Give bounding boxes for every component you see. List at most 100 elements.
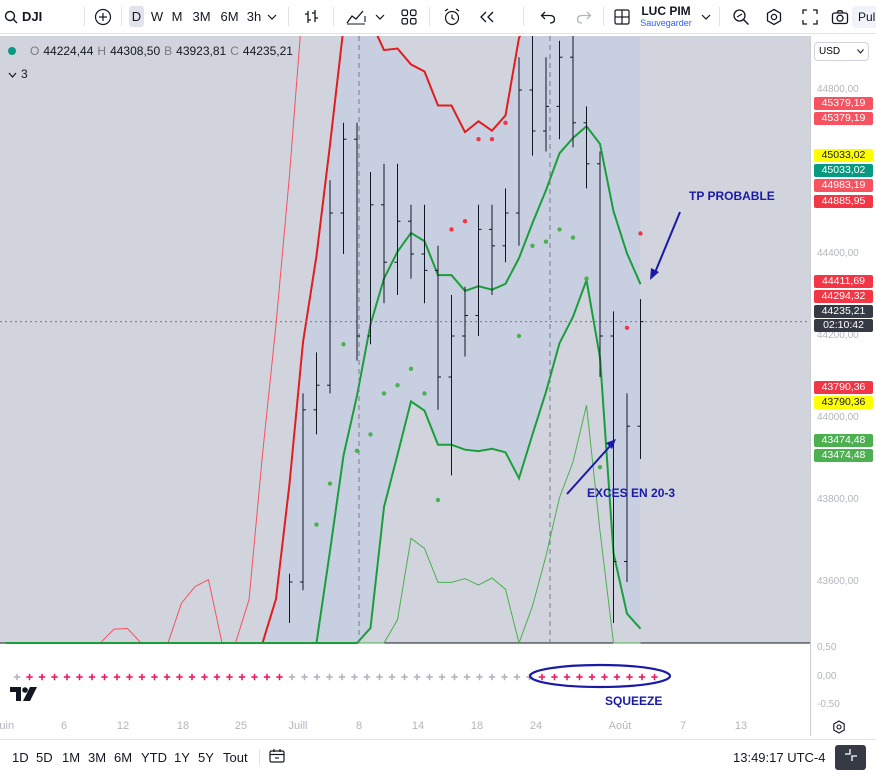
legend-open-key: O xyxy=(30,44,40,58)
range-1m[interactable]: 1M xyxy=(62,740,80,774)
range-3m[interactable]: 3M xyxy=(88,740,106,774)
currency-value: USD xyxy=(819,46,841,57)
price-tag: 44885,95 xyxy=(814,195,873,208)
sar-dot xyxy=(435,497,441,503)
interval-3h[interactable]: 3h xyxy=(244,0,264,33)
chart-fit-button[interactable] xyxy=(835,745,866,770)
sar-dot xyxy=(638,231,643,236)
range-ytd[interactable]: YTD xyxy=(141,740,167,774)
sar-dot xyxy=(597,465,603,470)
date-tick-label: 24 xyxy=(529,720,543,732)
time-axis-settings-icon[interactable] xyxy=(832,720,846,734)
date-tick-label: 7 xyxy=(679,720,687,732)
quick-search-button[interactable] xyxy=(729,0,753,33)
sar-dot xyxy=(516,333,522,339)
price-tag: 44411,69 xyxy=(814,275,873,288)
resize-corner-icon xyxy=(844,748,858,767)
chevron-down-icon xyxy=(375,14,385,20)
price-chart[interactable] xyxy=(0,36,810,736)
price-tag: 44235,21 xyxy=(814,305,873,318)
sar-dot xyxy=(314,522,319,527)
interval-w[interactable]: W xyxy=(149,0,165,33)
alarm-clock-icon xyxy=(442,7,462,27)
symbol-status-dot xyxy=(8,47,16,55)
indicator-tick-label: 0,00 xyxy=(817,671,837,682)
tradingview-logo[interactable] xyxy=(10,687,38,706)
compare-symbol-button[interactable] xyxy=(90,0,116,33)
price-tag: 45033,02 xyxy=(814,149,873,162)
calendar-range-icon xyxy=(268,748,286,767)
range-1d[interactable]: 1D xyxy=(12,740,29,774)
search-icon xyxy=(4,10,18,24)
rewind-icon xyxy=(478,10,496,24)
price-tag: 44983,19 xyxy=(814,179,873,192)
alert-button[interactable] xyxy=(439,0,465,33)
price-tag: 45379,19 xyxy=(814,112,873,125)
sar-dot xyxy=(489,137,495,142)
undo-icon xyxy=(540,10,556,24)
fullscreen-button[interactable] xyxy=(798,0,822,33)
chart-pane[interactable]: O 44224,44 H 44308,50 B 43923,81 C 44235,21 … xyxy=(0,36,810,736)
indicators-icon xyxy=(345,8,367,26)
chevron-down-icon xyxy=(701,14,711,20)
snapshot-button[interactable] xyxy=(829,0,851,33)
indicators-button[interactable] xyxy=(340,0,372,33)
layout-manager-button[interactable] xyxy=(609,0,635,33)
range-6m[interactable]: 6M xyxy=(114,740,132,774)
sar-dot xyxy=(449,227,454,232)
layout-name-block[interactable]: LUC PIM Sauvegarder xyxy=(638,4,694,30)
annotation-exces: EXCES EN 20-3 xyxy=(587,486,676,500)
price-tick-label: 44400,00 xyxy=(817,248,859,259)
redo-icon xyxy=(576,10,592,24)
replay-button[interactable] xyxy=(474,0,500,33)
date-tick-label: 13 xyxy=(734,720,748,732)
templates-button[interactable] xyxy=(396,0,422,33)
price-tick-label: 44000,00 xyxy=(817,412,859,423)
interval-m[interactable]: M xyxy=(169,0,185,33)
range-1y[interactable]: 1Y xyxy=(174,740,190,774)
ohlc-legend: O 44224,44 H 44308,50 B 43923,81 C 44235,21 xyxy=(8,44,293,58)
settings-button[interactable] xyxy=(762,0,786,33)
layout-status: Sauvegarder xyxy=(640,18,692,28)
range-5y[interactable]: 5Y xyxy=(198,740,214,774)
chevron-down-icon xyxy=(8,67,17,81)
publish-button[interactable]: Pul xyxy=(852,0,876,33)
price-tag: 44294,32 xyxy=(814,290,873,303)
indicator-count: 3 xyxy=(21,67,28,81)
bar-style-button[interactable] xyxy=(298,0,326,33)
interval-6m[interactable]: 6M xyxy=(217,0,242,33)
fullscreen-icon xyxy=(802,8,818,25)
indicator-legend-toggle[interactable]: 3 xyxy=(8,67,28,81)
interval-dropdown[interactable] xyxy=(266,0,278,33)
price-tag: 43790,36 xyxy=(814,381,873,394)
currency-select[interactable]: USD xyxy=(814,42,869,61)
date-tick-label: 6 xyxy=(60,720,68,732)
redo-button[interactable] xyxy=(572,0,596,33)
top-toolbar: DJI D W M 3M 6M 3h LUC PIM Sauvegarder P… xyxy=(0,0,876,34)
symbol-search[interactable]: DJI xyxy=(4,0,50,33)
indicators-dropdown[interactable] xyxy=(374,0,386,33)
price-axis[interactable]: USD 44800,0044600,0044400,0044200,004400… xyxy=(810,36,876,736)
chevron-down-icon xyxy=(857,46,864,57)
sar-dot xyxy=(395,383,400,388)
sar-dot xyxy=(422,391,427,396)
date-tick-label: Août xyxy=(608,720,632,732)
layout-dropdown[interactable] xyxy=(700,0,712,33)
search-icon xyxy=(732,8,750,26)
date-tick-label: 18 xyxy=(176,720,190,732)
sar-dot xyxy=(381,391,387,396)
price-tick-label: 43600,00 xyxy=(817,576,859,587)
grid-icon xyxy=(400,8,418,26)
price-tick-label: 44800,00 xyxy=(817,84,859,95)
range-5d[interactable]: 5D xyxy=(36,740,53,774)
date-tick-label: 14 xyxy=(411,720,425,732)
date-range-button[interactable] xyxy=(268,740,286,774)
undo-button[interactable] xyxy=(536,0,560,33)
interval-d[interactable]: D xyxy=(128,0,145,33)
range-all[interactable]: Tout xyxy=(223,740,248,774)
date-tick-label: Juin xyxy=(0,720,15,732)
interval-3m[interactable]: 3M xyxy=(189,0,214,33)
time-zone-clock[interactable]: 13:49:17 UTC-4 xyxy=(733,740,826,774)
sar-dot xyxy=(341,342,346,347)
tp-arrow xyxy=(653,211,681,276)
